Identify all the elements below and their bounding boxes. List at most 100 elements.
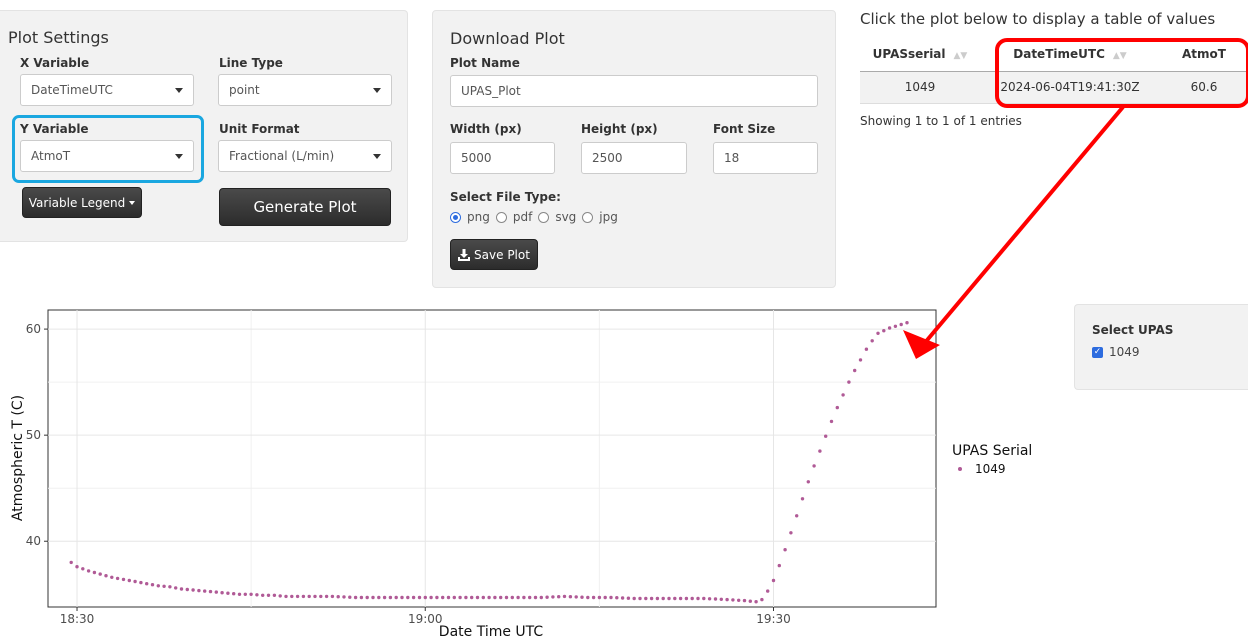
radio-pdf[interactable] <box>495 211 507 223</box>
data-point <box>626 596 631 600</box>
data-point <box>214 590 218 594</box>
data-point <box>330 594 335 599</box>
data-point <box>145 582 149 586</box>
cell-datetimeutc: 2024-06-04T19:41:30Z <box>980 71 1160 104</box>
data-point <box>110 575 114 579</box>
values-table: UPASserial ▲▼ DateTimeUTC ▲▼ AtmoT 1049 20… <box>860 37 1248 104</box>
line-type-value: point <box>229 83 260 97</box>
radio-pdf-label: pdf <box>512 210 533 224</box>
radio-jpg[interactable] <box>582 211 594 223</box>
data-point <box>237 592 242 596</box>
data-point <box>162 584 166 588</box>
data-point <box>655 596 660 601</box>
data-point <box>429 595 433 600</box>
chevron-down-icon <box>373 153 381 159</box>
variable-legend-button[interactable]: Variable Legend <box>22 187 142 218</box>
generate-plot-button[interactable]: Generate Plot <box>219 188 391 226</box>
data-point <box>882 329 886 333</box>
data-point <box>417 595 422 600</box>
unit-format-select[interactable]: Fractional (L/min) <box>218 140 392 172</box>
data-point <box>719 597 723 601</box>
data-point <box>678 596 683 601</box>
data-point <box>795 514 799 518</box>
x-variable-select[interactable]: DateTimeUTC <box>20 74 194 106</box>
data-point <box>98 572 102 576</box>
file-type-label: Select File Type: <box>450 190 561 204</box>
plot-name-input[interactable]: UPAS_Plot <box>450 75 818 107</box>
data-point <box>86 569 91 573</box>
height-input[interactable]: 2500 <box>581 142 687 174</box>
data-point <box>104 574 108 578</box>
line-type-select[interactable]: point <box>218 74 392 106</box>
save-plot-button[interactable]: Save Plot <box>450 239 538 270</box>
data-point <box>707 597 712 601</box>
data-point <box>516 595 520 600</box>
data-point <box>470 595 474 600</box>
data-point <box>661 596 665 601</box>
data-point <box>696 596 700 601</box>
data-point <box>835 405 839 410</box>
data-point <box>731 598 735 602</box>
data-point <box>771 578 776 583</box>
data-point <box>522 595 526 600</box>
data-point <box>777 563 781 568</box>
data-point <box>139 580 143 585</box>
data-point <box>81 567 85 571</box>
data-point <box>615 596 619 600</box>
data-point <box>528 595 532 600</box>
table-info: Showing 1 to 1 of 1 entries <box>860 114 1022 128</box>
x-tick-label: 18:30 <box>60 612 95 626</box>
data-point <box>115 576 120 581</box>
plot-panel <box>47 309 937 608</box>
upas-checkbox-row[interactable]: ✓ 1049 <box>1092 345 1140 359</box>
y-tick-label: 50 <box>26 428 41 442</box>
chevron-down-icon <box>175 153 183 159</box>
upas-checkbox-label: 1049 <box>1109 345 1140 359</box>
data-point <box>609 595 613 600</box>
data-point <box>533 595 538 600</box>
data-point <box>220 591 224 595</box>
data-point <box>493 595 497 600</box>
width-input[interactable]: 5000 <box>450 142 555 174</box>
data-point <box>591 595 596 600</box>
y-tick-label: 60 <box>26 322 41 336</box>
radio-svg[interactable] <box>538 211 550 223</box>
data-point <box>464 595 468 600</box>
data-point <box>632 596 636 601</box>
radio-jpg-label: jpg <box>599 210 618 224</box>
height-label: Height (px) <box>581 122 658 136</box>
data-point <box>499 595 503 600</box>
data-point <box>249 592 253 596</box>
data-point <box>156 584 160 588</box>
data-point <box>870 339 874 343</box>
column-header-datetimeutc[interactable]: DateTimeUTC ▲▼ <box>980 37 1160 72</box>
column-header-atmot[interactable]: AtmoT <box>1160 37 1248 72</box>
font-size-value: 18 <box>724 151 740 165</box>
data-point <box>766 589 770 593</box>
table-header-row: UPASserial ▲▼ DateTimeUTC ▲▼ AtmoT <box>860 37 1248 72</box>
data-point <box>400 595 404 600</box>
data-point <box>702 596 706 601</box>
data-point <box>255 593 259 597</box>
font-size-input[interactable]: 18 <box>713 142 818 174</box>
data-point <box>887 326 892 330</box>
cell-upasserial: 1049 <box>860 71 980 104</box>
plot-name-label: Plot Name <box>450 56 520 70</box>
sort-icon: ▲▼ <box>953 50 968 61</box>
y-tick-label: 40 <box>26 534 41 548</box>
data-point <box>742 598 747 603</box>
data-point <box>411 595 416 600</box>
data-point <box>876 331 880 335</box>
column-header-upasserial[interactable]: UPASserial ▲▼ <box>860 37 980 72</box>
data-point <box>441 595 445 600</box>
radio-png[interactable] <box>450 211 461 223</box>
data-point <box>353 595 358 600</box>
plot-name-value: UPAS_Plot <box>461 84 521 98</box>
data-point <box>806 480 810 484</box>
checkbox-checked-icon[interactable]: ✓ <box>1092 346 1103 358</box>
download-icon <box>458 248 471 261</box>
table-row: 1049 2024-06-04T19:41:30Z 60.6 <box>860 71 1248 104</box>
save-plot-label: Save Plot <box>474 247 530 262</box>
data-point <box>760 597 764 602</box>
y-variable-select[interactable]: AtmoT <box>20 140 194 172</box>
